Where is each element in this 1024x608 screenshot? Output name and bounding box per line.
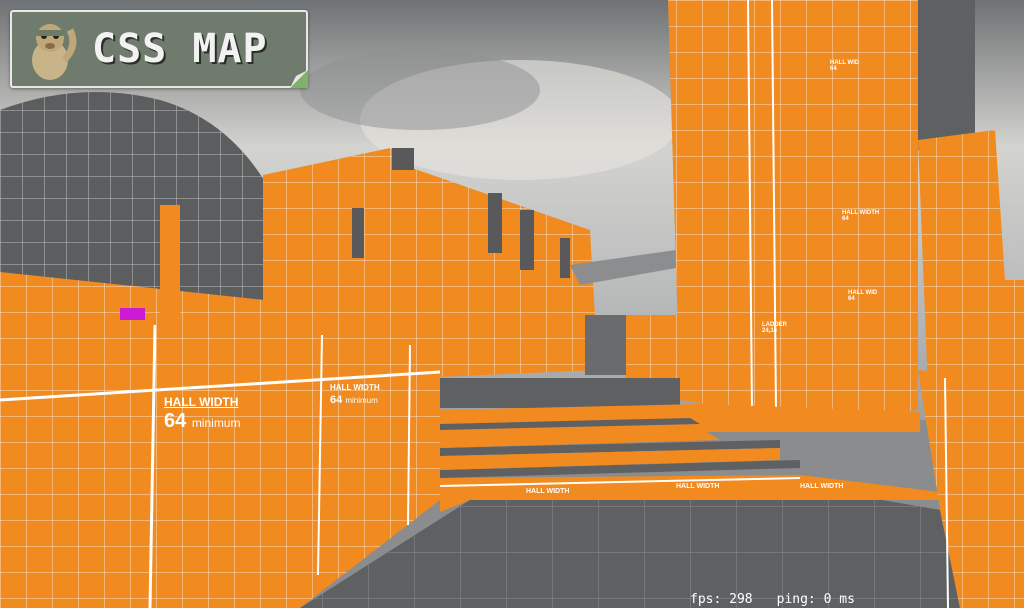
label-hall-value-b: 64 minimum (330, 394, 378, 406)
label-hall-number: 64 (164, 410, 187, 432)
badge-title: CSS MAP (92, 26, 268, 72)
squirrel-mascot-icon (32, 24, 77, 80)
label-hall-number-b: 64 (330, 394, 343, 406)
label-floor-2: HALL WIDTH (676, 483, 720, 490)
label-hall-minimum-b: minimum (345, 396, 378, 405)
label-hall-minimum: minimum (191, 416, 241, 430)
label-hall-width-main: HALL WIDTH (164, 395, 239, 409)
label-floor-1: HALL WIDTH (526, 488, 570, 495)
label-hall-width-b: HALL WIDTH (330, 383, 380, 392)
game-viewport[interactable] (0, 0, 1024, 608)
label-tower-2: LADDER 24,16 (762, 322, 787, 334)
label-hall-value-main: 64 minimum (164, 410, 240, 433)
net-graph: fps: 298 ping: 0 ms (690, 592, 879, 608)
css-map-badge: CSS MAP (10, 10, 308, 88)
label-floor-3: HALL WIDTH (800, 483, 844, 490)
page-curl-icon (290, 70, 308, 88)
label-tower-3: HALL WIDTH 64 (842, 210, 880, 222)
ping-readout: ping: 0 ms (776, 592, 855, 607)
label-tower-1: HALL WID 64 (830, 60, 860, 72)
fps-readout: fps: 298 (690, 592, 753, 607)
label-tower-4: HALL WID 64 (848, 290, 878, 302)
